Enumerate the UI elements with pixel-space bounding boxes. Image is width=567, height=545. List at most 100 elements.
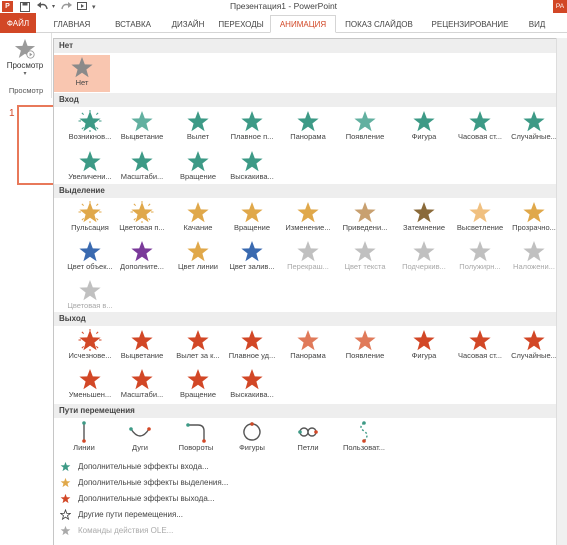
effect-item[interactable]: Затемнение — [396, 200, 452, 237]
effect-item[interactable]: Уменьшен... — [62, 367, 118, 404]
effect-label: Затемнение — [402, 223, 446, 232]
effect-item[interactable]: Появление — [337, 328, 393, 365]
more-effects-link[interactable]: Другие пути перемещения... — [59, 507, 183, 521]
effect-item[interactable]: Масштаби... — [114, 367, 170, 404]
section-header: Вход — [54, 93, 557, 107]
ribbon-tabs: ФАЙЛ ГЛАВНАЯ ВСТАВКА ДИЗАЙН ПЕРЕХОДЫ АНИ… — [0, 13, 567, 33]
effect-label: Выскакива... — [230, 390, 274, 399]
tab-file[interactable]: ФАЙЛ — [0, 13, 36, 33]
effect-item[interactable]: Цвет залив... — [224, 239, 280, 276]
effect-item[interactable]: Случайные... — [506, 109, 562, 146]
tab-home[interactable]: ГЛАВНАЯ — [42, 15, 102, 33]
effect-label: Вращение — [233, 223, 271, 232]
effect-item[interactable]: Масштаби... — [114, 149, 170, 186]
effect-item[interactable]: Цвет линии — [170, 239, 226, 276]
effect-item[interactable]: Возникнов... — [62, 109, 118, 146]
effect-item[interactable]: Качание — [170, 200, 226, 237]
effect-item[interactable]: Увеличени... — [62, 149, 118, 186]
effect-item[interactable]: Вылет за к... — [170, 328, 226, 365]
tab-transitions[interactable]: ПЕРЕХОДЫ — [214, 15, 268, 33]
desaturate-icon — [353, 201, 377, 223]
gallery-scrollbar[interactable] — [556, 38, 567, 545]
effect-item[interactable]: Вращение — [170, 149, 226, 186]
effect-label: Полужирн... — [459, 262, 501, 271]
more-exit-icon — [59, 492, 71, 504]
more-effects-link[interactable]: Дополнительные эффекты выделения... — [59, 475, 228, 489]
effect-label: Высветление — [456, 223, 504, 232]
account-badge[interactable]: РА — [553, 0, 567, 13]
effect-item[interactable]: Цвет объек... — [62, 239, 118, 276]
effect-item[interactable]: Дуги — [112, 420, 168, 457]
effect-item[interactable]: Часовая ст... — [452, 328, 508, 365]
effect-item[interactable]: Нет — [54, 55, 110, 92]
effect-label: Фигура — [411, 351, 437, 360]
tab-insert[interactable]: ВСТАВКА — [104, 15, 162, 33]
effect-item[interactable]: Плавное уд... — [224, 328, 280, 365]
shrink-turn-icon — [78, 368, 102, 390]
swivel-out-icon — [186, 368, 210, 390]
window-title: Презентация1 - PowerPoint — [229, 1, 338, 11]
effect-item[interactable]: Вращение — [170, 367, 226, 404]
effect-label: Вращение — [179, 172, 217, 181]
effect-item[interactable]: Исчезнове... — [62, 328, 118, 365]
effect-label: Дуги — [132, 443, 148, 452]
effect-item[interactable]: Цветовая п... — [114, 200, 170, 237]
preview-button[interactable]: Просмотр ▾ — [2, 36, 48, 80]
tab-review[interactable]: РЕЦЕНЗИРОВАНИЕ — [424, 15, 516, 33]
line-color-icon — [186, 240, 210, 262]
effect-label: Петли — [297, 443, 319, 452]
more-paths-icon — [59, 508, 71, 520]
path-custom-icon — [352, 421, 376, 443]
bold-reveal-icon — [522, 240, 546, 262]
bounce-icon — [240, 150, 264, 172]
effect-item[interactable]: Панорама — [280, 109, 336, 146]
effect-item[interactable]: Вращение — [224, 200, 280, 237]
effect-item[interactable]: Выцветание — [114, 328, 170, 365]
effect-item[interactable]: Повороты — [168, 420, 224, 457]
path-arcs-icon — [128, 421, 152, 443]
effect-label: Линии — [73, 443, 95, 452]
wave-icon — [78, 279, 102, 301]
effect-item[interactable]: Фигуры — [224, 420, 280, 457]
effect-item: Подчеркив... — [396, 239, 452, 276]
wipe-out-icon — [353, 329, 377, 351]
more-effects-link[interactable]: Дополнительные эффекты входа... — [59, 459, 209, 473]
teeter-icon — [186, 201, 210, 223]
effect-item[interactable]: Пульсация — [62, 200, 118, 237]
effect-item[interactable]: Петли — [280, 420, 336, 457]
effect-item[interactable]: Изменение... — [280, 200, 336, 237]
effect-item[interactable]: Вылет — [170, 109, 226, 146]
effect-item[interactable]: Выцветание — [114, 109, 170, 146]
effect-item[interactable]: Выскакива... — [224, 367, 280, 404]
tab-view[interactable]: ВИД — [520, 15, 554, 33]
effect-item[interactable]: Панорама — [280, 328, 336, 365]
random-bars-icon — [522, 110, 546, 132]
effect-item[interactable]: Прозрачно... — [506, 200, 562, 237]
zoom-out-icon — [130, 368, 154, 390]
effect-item[interactable]: Дополните... — [114, 239, 170, 276]
complementary-color-icon — [130, 240, 154, 262]
effect-item[interactable]: Появление — [337, 109, 393, 146]
effect-item[interactable]: Случайные... — [506, 328, 562, 365]
effect-item[interactable]: Высветление — [452, 200, 508, 237]
effect-item[interactable]: Линии — [56, 420, 112, 457]
more-effects-label: Дополнительные эффекты выделения... — [78, 477, 229, 487]
more-effects-link[interactable]: Дополнительные эффекты выхода... — [59, 491, 214, 505]
effect-label: Выскакива... — [230, 172, 274, 181]
effect-item[interactable]: Фигура — [396, 109, 452, 146]
effect-item[interactable]: Фигура — [396, 328, 452, 365]
tab-animations[interactable]: АНИМАЦИЯ — [270, 15, 336, 33]
more-effects-label: Дополнительные эффекты выхода... — [78, 493, 215, 503]
effect-item[interactable]: Пользоват... — [336, 420, 392, 457]
shape-icon — [412, 110, 436, 132]
tab-design[interactable]: ДИЗАЙН — [164, 15, 212, 33]
effect-item[interactable]: Часовая ст... — [452, 109, 508, 146]
effect-item: Цвет текста — [337, 239, 393, 276]
effect-label: Повороты — [178, 443, 214, 452]
effect-item[interactable]: Плавное п... — [224, 109, 280, 146]
effect-item[interactable]: Приведени... — [337, 200, 393, 237]
effect-label: Уменьшен... — [68, 390, 112, 399]
effect-item[interactable]: Выскакива... — [224, 149, 280, 186]
slide-thumbnail[interactable] — [17, 105, 53, 185]
tab-slide-show[interactable]: ПОКАЗ СЛАЙДОВ — [338, 15, 420, 33]
